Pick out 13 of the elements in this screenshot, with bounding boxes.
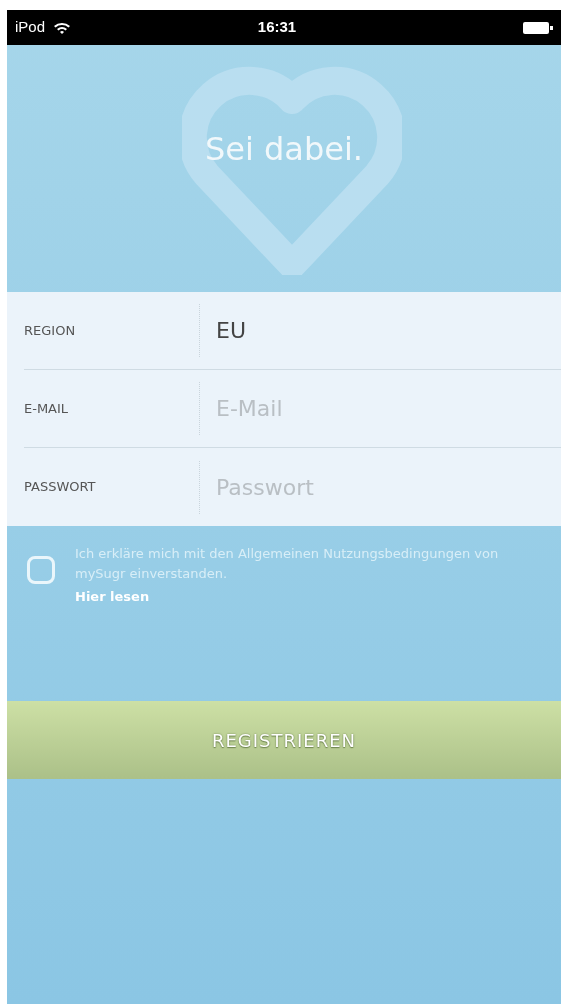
time-label: 16:31 — [256, 17, 298, 38]
field-label: REGION — [24, 321, 77, 340]
battery-icon — [523, 21, 553, 34]
terms-text: Ich erkläre mich mit den Allgemeinen Nutzungsbedingungen von mySugr einverstanden. — [75, 545, 500, 584]
carrier-label: iPod — [15, 17, 46, 38]
wifi-icon — [53, 20, 72, 35]
field-label: E-MAIL — [24, 399, 70, 418]
heart-icon — [182, 65, 402, 275]
input-field[interactable]: EU — [199, 304, 561, 357]
read-terms-link[interactable]: Hier lesen — [75, 589, 150, 605]
terms-checkbox[interactable] — [27, 556, 55, 584]
header-title: Sei dabei. — [204, 128, 363, 170]
field-label: PASSWORT — [24, 478, 97, 497]
